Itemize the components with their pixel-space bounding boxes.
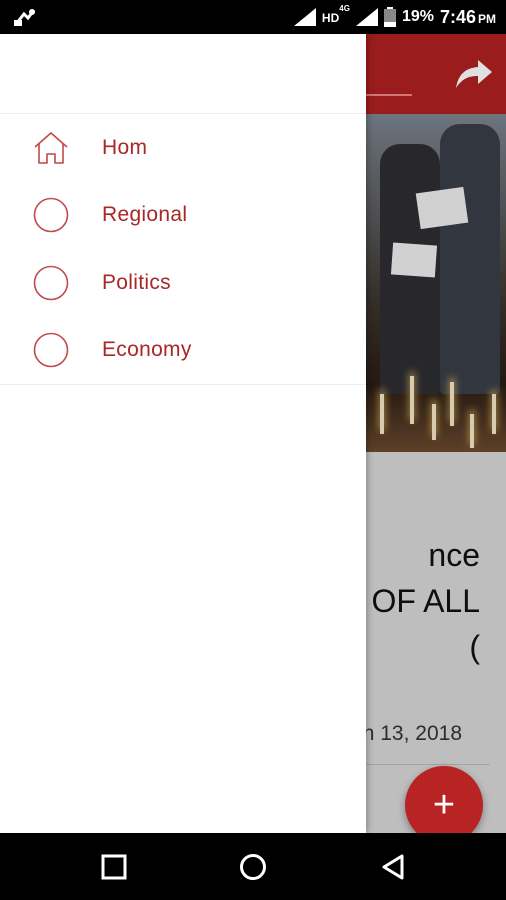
recents-button[interactable] <box>100 853 128 881</box>
clock: 7:46 PM <box>439 6 496 27</box>
menu-item-economy[interactable]: Economy <box>0 317 366 385</box>
menu-item-home[interactable]: Hom <box>0 114 366 182</box>
drawer-menu: Hom Regional Politics Economy <box>0 114 366 385</box>
circle-icon <box>33 265 69 301</box>
navigation-drawer: Hom Regional Politics Economy <box>0 34 366 833</box>
menu-item-label: Regional <box>102 203 188 227</box>
menu-item-label: Politics <box>102 270 171 294</box>
circle-icon <box>33 197 69 233</box>
home-button[interactable] <box>239 853 267 881</box>
battery-percent: 19% <box>401 8 434 25</box>
cell-signal-icon <box>355 8 378 26</box>
status-bar: HD4G 19% 7:46 PM <box>0 0 506 34</box>
back-button[interactable] <box>380 853 408 881</box>
notification-icon <box>14 9 36 26</box>
menu-item-regional[interactable]: Regional <box>0 182 366 250</box>
menu-item-label: Hom <box>102 135 148 159</box>
menu-item-politics[interactable]: Politics <box>0 249 366 317</box>
circle-icon <box>33 332 69 368</box>
network-type-label: HD4G <box>321 3 350 25</box>
home-icon <box>34 131 68 164</box>
drawer-header <box>0 34 366 114</box>
battery-icon <box>383 7 396 27</box>
menu-item-label: Economy <box>102 338 192 362</box>
wifi-signal-icon <box>293 8 316 26</box>
system-nav-bar <box>0 833 506 900</box>
